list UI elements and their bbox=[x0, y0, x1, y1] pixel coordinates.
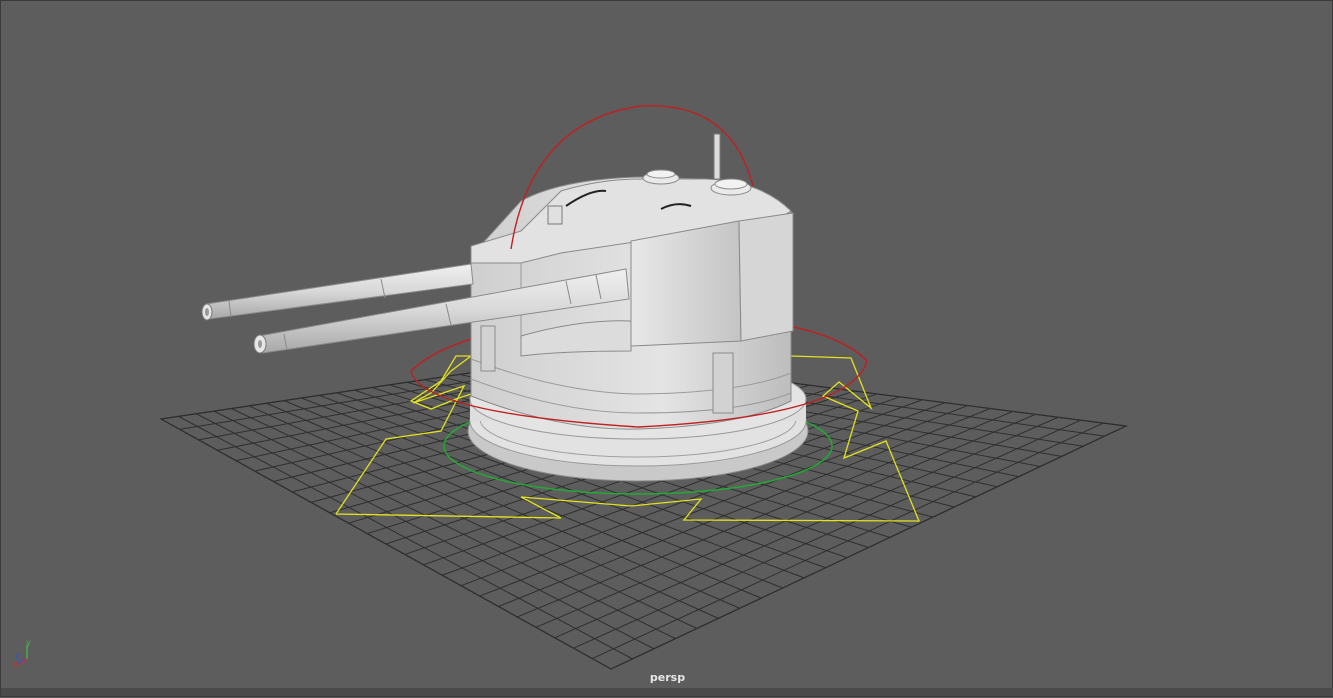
viewport-frame-bottom bbox=[1, 688, 1333, 696]
camera-name-label: persp bbox=[649, 671, 686, 684]
axis-label-x: x bbox=[13, 660, 18, 669]
axis-label-y: y bbox=[26, 638, 31, 647]
scene-canvas[interactable] bbox=[1, 1, 1333, 698]
viewport-panel[interactable]: persp y z x bbox=[0, 0, 1333, 697]
axis-gizmo-icon: y z x bbox=[13, 638, 31, 669]
